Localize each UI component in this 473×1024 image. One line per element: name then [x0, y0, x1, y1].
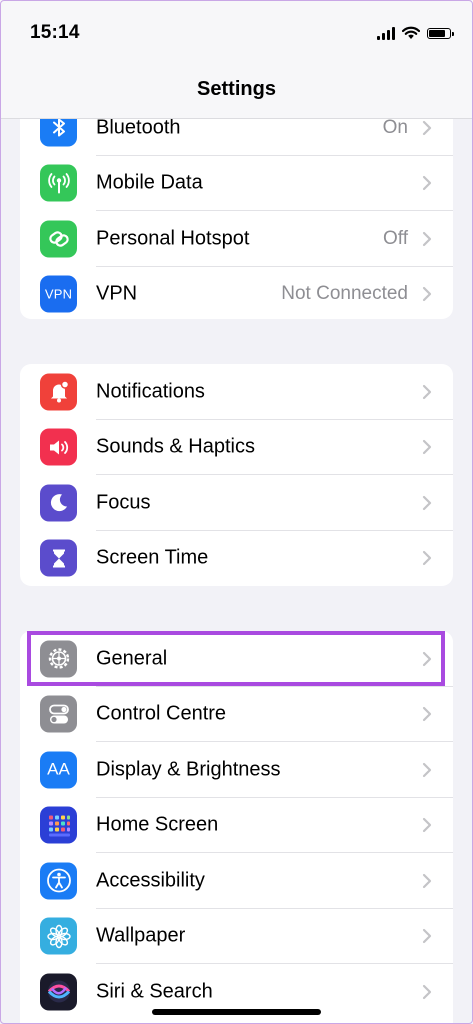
settings-row-wallpaper[interactable]: Wallpaper: [20, 909, 453, 964]
accessibility-icon: [40, 862, 77, 900]
row-label: Display & Brightness: [96, 758, 281, 781]
chevron-right-icon: [422, 384, 432, 399]
chevron-right-icon: [422, 762, 432, 777]
text-size-icon: AA: [40, 751, 77, 789]
chevron-right-icon: [422, 929, 432, 944]
speaker-icon: [40, 428, 77, 466]
chevron-right-icon: [422, 231, 432, 246]
toggles-icon: [40, 695, 77, 733]
connectivity-group: Bluetooth On Mobile Data Personal Hotspo…: [20, 90, 453, 319]
vpn-icon: VPN: [40, 275, 77, 313]
general-highlight-box: [27, 631, 445, 686]
row-label: Personal Hotspot: [96, 227, 250, 250]
home-indicator: [152, 1009, 321, 1015]
hourglass-icon: [40, 539, 77, 577]
chevron-right-icon: [422, 120, 432, 135]
settings-row-mobile-data[interactable]: Mobile Data: [20, 156, 453, 211]
wifi-icon: [402, 26, 420, 39]
status-bar: 15:14: [0, 0, 473, 70]
flower-icon: [40, 917, 77, 955]
row-label: Focus: [96, 491, 151, 514]
settings-row-screen-time[interactable]: Screen Time: [20, 531, 453, 587]
chevron-right-icon: [422, 495, 432, 510]
settings-row-personal-hotspot[interactable]: Personal Hotspot Off: [20, 211, 453, 267]
cellular-signal-icon: [377, 26, 395, 40]
row-label: Siri & Search: [96, 980, 213, 1003]
moon-icon: [40, 484, 77, 522]
hotspot-chain-icon: [40, 220, 77, 258]
chevron-right-icon: [422, 287, 432, 302]
chevron-right-icon: [422, 440, 432, 455]
chevron-right-icon: [422, 176, 432, 191]
settings-row-focus[interactable]: Focus: [20, 475, 453, 531]
row-value: On: [382, 116, 408, 138]
settings-row-home-screen[interactable]: Home Screen: [20, 798, 453, 853]
siri-icon: [40, 973, 77, 1011]
settings-row-display-brightness[interactable]: AA Display & Brightness: [20, 742, 453, 798]
row-label: Home Screen: [96, 813, 219, 836]
battery-icon: [427, 27, 454, 39]
bell-icon: [40, 373, 77, 411]
settings-row-accessibility[interactable]: Accessibility: [20, 853, 453, 909]
row-label: Notifications: [96, 380, 205, 403]
chevron-right-icon: [422, 818, 432, 833]
settings-row-control-centre[interactable]: Control Centre: [20, 687, 453, 742]
row-label: Accessibility: [96, 869, 205, 892]
row-value: Not Connected: [281, 283, 408, 305]
home-grid-icon: [40, 806, 77, 844]
antenna-icon: [40, 164, 77, 202]
status-time: 15:14: [30, 22, 80, 43]
status-icons: [377, 26, 454, 40]
chevron-right-icon: [422, 551, 432, 566]
row-label: Sounds & Haptics: [96, 435, 255, 458]
settings-row-sounds-haptics[interactable]: Sounds & Haptics: [20, 420, 453, 475]
settings-row-vpn[interactable]: VPN VPN Not Connected: [20, 267, 453, 320]
navigation-bar-overlay: Settings: [0, 70, 473, 119]
vpn-icon-text: VPN: [44, 286, 73, 302]
row-label: Bluetooth: [96, 116, 181, 139]
row-value: Off: [383, 227, 408, 249]
row-label: Screen Time: [96, 546, 209, 569]
text-size-icon-text: AA: [47, 759, 70, 779]
general-group: General Control Centre AA Display & Brig…: [20, 631, 453, 1024]
page-title: Settings: [197, 78, 276, 100]
row-label: Wallpaper: [96, 924, 186, 947]
row-label: Mobile Data: [96, 171, 203, 194]
chevron-right-icon: [422, 707, 432, 722]
row-label: VPN: [96, 282, 138, 305]
chevron-right-icon: [422, 873, 432, 888]
row-label: Control Centre: [96, 702, 227, 725]
chevron-right-icon: [422, 984, 432, 999]
notifications-group: Notifications Sounds & Haptics Focus Scr…: [20, 364, 453, 586]
settings-row-notifications[interactable]: Notifications: [20, 364, 453, 420]
